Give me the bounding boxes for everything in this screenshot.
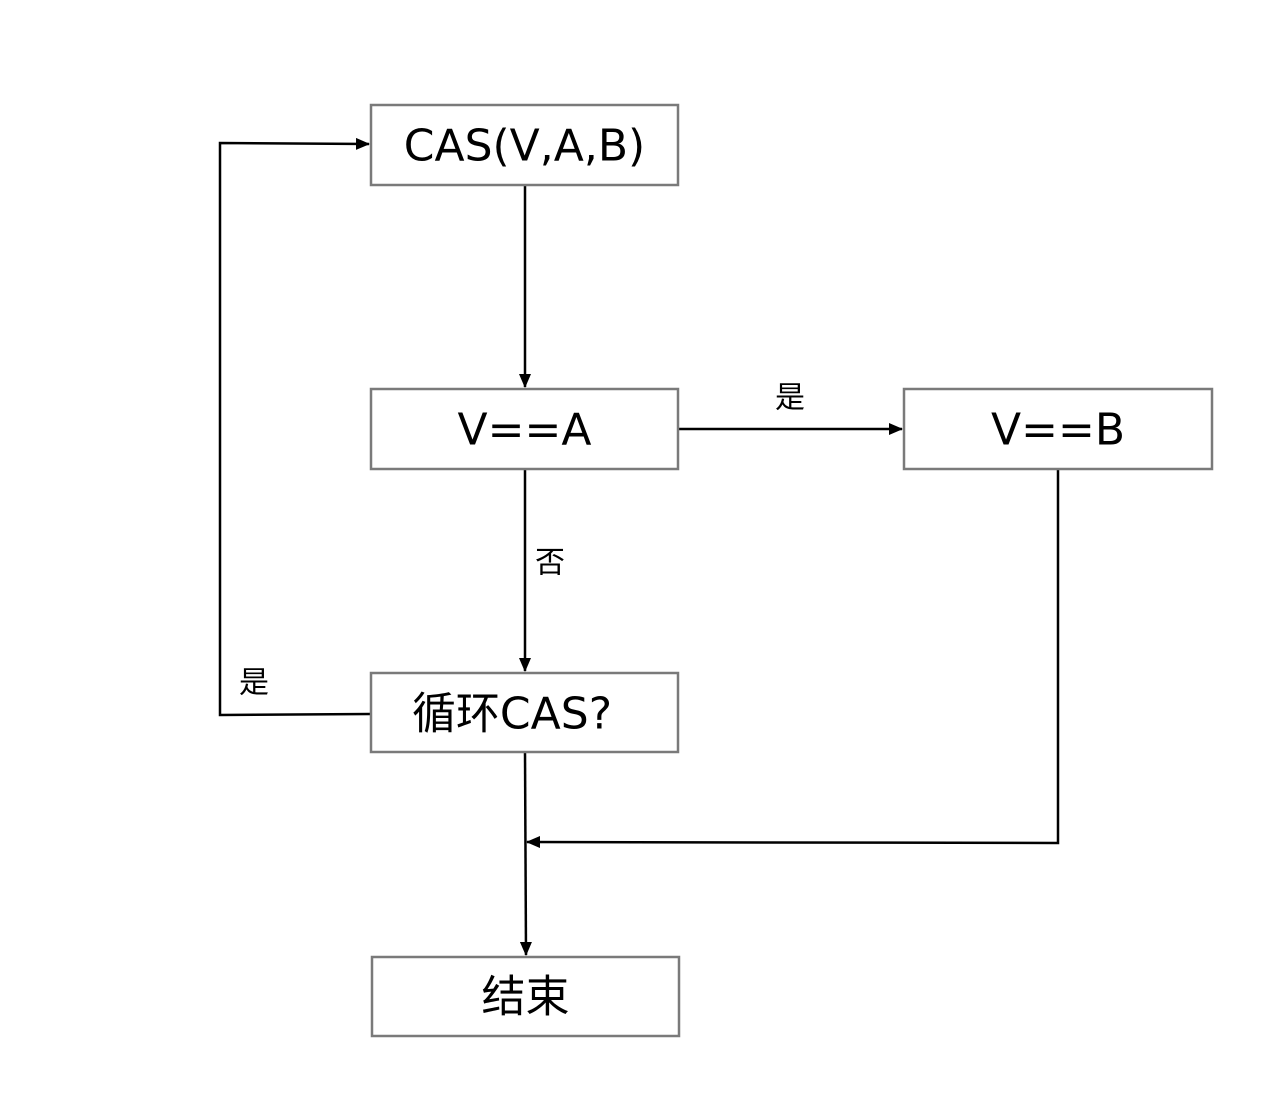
edge-label-no-to-loop: 否 xyxy=(535,546,565,581)
edge-veb-to-end xyxy=(526,469,1060,849)
edge-label-yes-loop-back: 是 xyxy=(239,666,269,701)
node-loop-cas: 循环CAS? xyxy=(369,671,680,754)
edge-loop-to-end xyxy=(519,751,532,956)
node-v-eq-a: V==A xyxy=(369,387,680,471)
node-v-eq-b-label: V==B xyxy=(991,405,1125,456)
node-end: 结束 xyxy=(370,955,681,1038)
node-cas-label: CAS(V,A,B) xyxy=(404,121,645,172)
node-cas: CAS(V,A,B) xyxy=(369,103,680,187)
node-v-eq-a-label: V==A xyxy=(458,405,592,456)
node-loop-cas-label: 循环CAS? xyxy=(412,689,612,740)
edge-loop-back-to-cas xyxy=(218,137,372,717)
node-end-label: 结束 xyxy=(482,972,570,1023)
edge-label-yes-to-b: 是 xyxy=(775,381,805,416)
flowchart-diagram: CAS(V,A,B) V==A V==B 循环CAS? 结束 是 否 是 xyxy=(218,103,1214,1038)
node-v-eq-b: V==B xyxy=(902,387,1214,471)
